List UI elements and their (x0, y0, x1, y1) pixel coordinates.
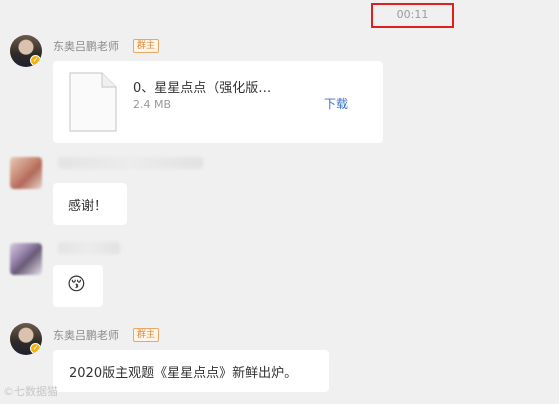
download-link[interactable]: 下载 (324, 95, 348, 112)
file-message-card[interactable]: 0、星星点点（强化版… 2.4 MB 下载 (53, 61, 383, 143)
sender-name-blurred (58, 242, 120, 254)
message-text: 2020版主观题《星星点点》新鲜出炉。 (69, 366, 298, 381)
file-name: 0、星星点点（强化版… (133, 81, 272, 96)
message-text: 感谢！ (68, 199, 108, 214)
owner-badge: 群主 (133, 39, 160, 53)
verified-icon: ✓ (30, 55, 41, 66)
emoji-message-bubble[interactable]: 😚 (53, 265, 103, 307)
text-message-bubble[interactable]: 2020版主观题《星星点点》新鲜出炉。 (53, 350, 329, 392)
avatar[interactable]: ✓ (10, 323, 42, 355)
avatar[interactable] (10, 157, 42, 189)
avatar[interactable]: ✓ (10, 35, 42, 67)
owner-badge: 群主 (133, 328, 160, 342)
sender-name: 东奥吕鹏老师 (53, 40, 119, 53)
kissing-face-emoji-icon: 😚 (67, 274, 86, 295)
verified-icon: ✓ (30, 343, 41, 354)
message-timestamp: 00:11 (371, 3, 454, 28)
document-icon (69, 72, 117, 132)
avatar[interactable] (10, 243, 42, 275)
watermark: ©七数据猫 (3, 385, 58, 398)
file-size: 2.4 MB (133, 98, 172, 111)
text-message-bubble[interactable]: 感谢！ (53, 183, 127, 225)
sender-name: 东奥吕鹏老师 (53, 329, 119, 342)
sender-name-blurred (58, 157, 203, 169)
